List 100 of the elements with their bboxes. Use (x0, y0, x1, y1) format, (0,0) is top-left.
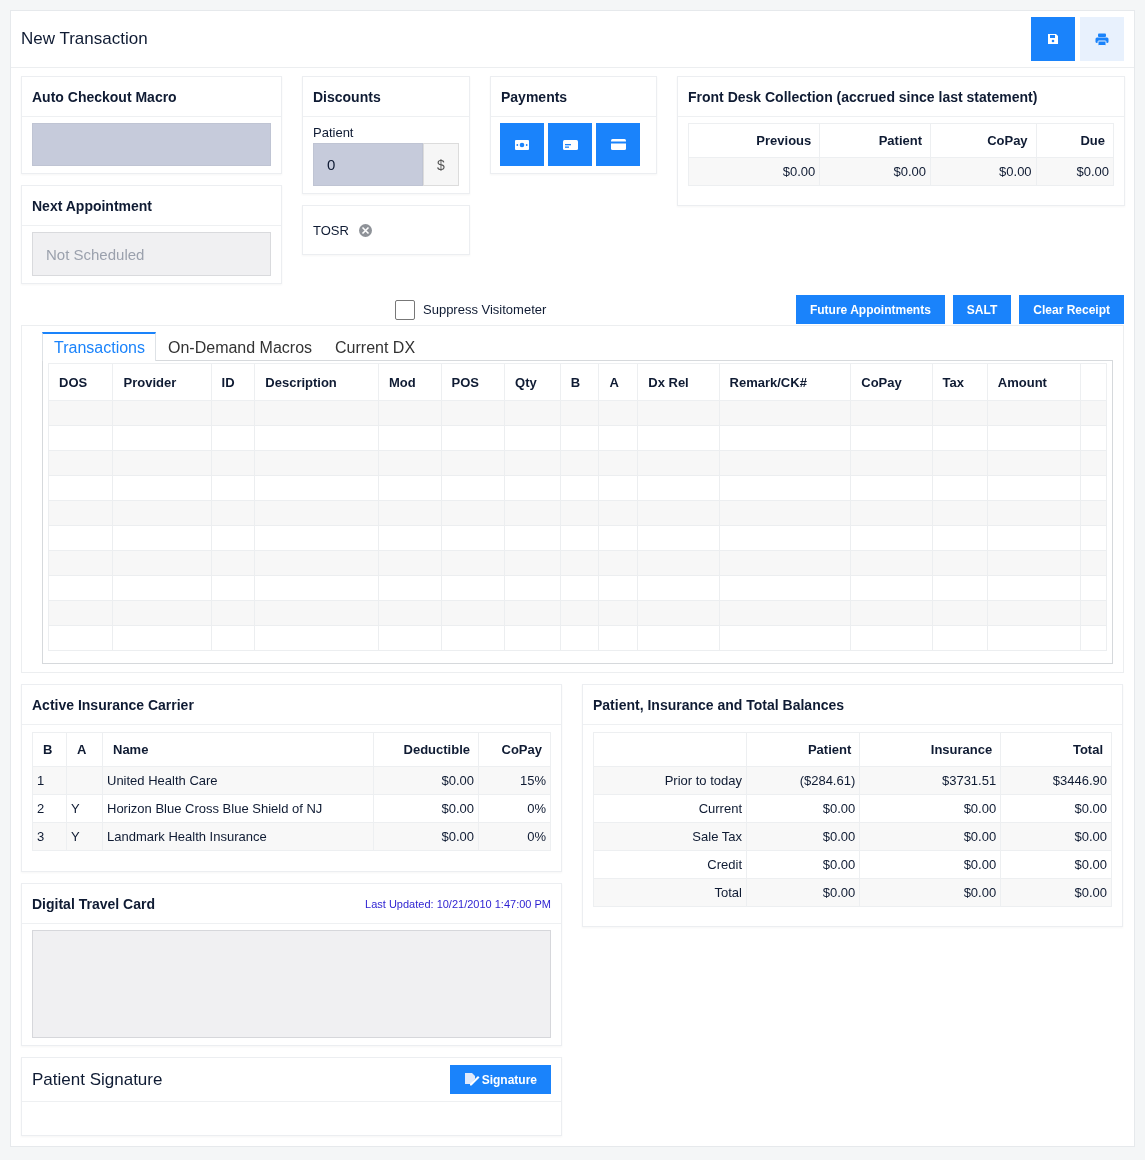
column-header: Description (254, 363, 379, 401)
table-cell: $0.00 (746, 878, 860, 907)
credit-card-icon (610, 139, 626, 150)
column-header: Qty (504, 363, 561, 401)
table-cell: $0.00 (819, 157, 931, 186)
table-cell: $0.00 (1000, 850, 1112, 879)
column-header: B (32, 732, 67, 767)
table-cell: $0.00 (746, 822, 860, 851)
column-header: Patient (746, 732, 860, 767)
column-header: Total (1000, 732, 1112, 767)
save-button[interactable] (1031, 17, 1075, 61)
table-cell: 1 (32, 766, 67, 795)
table-cell: $0.00 (1000, 822, 1112, 851)
last-updated: Last Updated: 10/21/2010 1:47:00 PM (365, 897, 551, 910)
column-header: CoPay (850, 363, 933, 401)
column-header: A (66, 732, 103, 767)
table-cell: United Health Care (102, 766, 374, 795)
table-cell: 3 (32, 822, 67, 851)
column-header: A (598, 363, 638, 401)
row-label: Credit (593, 850, 747, 879)
appointment-field[interactable]: Not Scheduled (32, 232, 271, 276)
column-header: Insurance (859, 732, 1001, 767)
table-cell: 0% (478, 822, 551, 851)
row-label: Current (593, 794, 747, 823)
table-cell: 0% (478, 794, 551, 823)
banknote-icon (515, 139, 529, 150)
column-header: Amount (987, 363, 1081, 401)
x-circle-icon (358, 223, 372, 237)
column-header: Deductible (373, 732, 479, 767)
table-cell: Horizon Blue Cross Blue Shield of NJ (102, 794, 374, 823)
table-cell: 2 (32, 794, 67, 823)
column-header: Provider (113, 363, 212, 401)
tab[interactable]: On-Demand Macros (156, 332, 324, 361)
table-cell: Y (71, 801, 80, 816)
column-header: POS (441, 363, 505, 401)
column-header: Tax (932, 363, 988, 401)
currency-addon: $ (423, 143, 459, 186)
signature-button[interactable]: Signature (449, 1065, 551, 1094)
row-label: Sale Tax (593, 822, 747, 851)
tab[interactable]: Transactions (42, 332, 156, 361)
table-cell: $0.00 (859, 794, 1001, 823)
row-label: Prior to today (593, 766, 747, 795)
card-title: Active Insurance Carrier (32, 696, 194, 713)
payment-button[interactable] (500, 123, 544, 166)
suppress-checkbox[interactable]: Suppress Visitometer (395, 299, 547, 320)
row-label: Total (593, 878, 747, 907)
table-cell: $0.00 (373, 794, 479, 823)
card-title: Payments (501, 88, 568, 105)
column-header: CoPay (930, 123, 1037, 158)
column-header: Due (1036, 123, 1114, 158)
macro-field[interactable] (32, 123, 271, 166)
card-title: Auto Checkout Macro (32, 88, 177, 105)
table-cell: $3731.51 (859, 766, 1001, 795)
table-cell: 15% (478, 766, 551, 795)
payment-button[interactable] (596, 123, 640, 166)
column-header: ID (211, 363, 255, 401)
column-header: Patient (819, 123, 931, 158)
signature-icon (463, 1072, 480, 1087)
discount-field[interactable]: 0 (313, 143, 423, 186)
tosr-label: TOSR (313, 222, 349, 238)
table-cell: $0.00 (373, 822, 479, 851)
action-button[interactable]: Clear Receipt (1019, 295, 1124, 324)
table-cell: $0.00 (859, 878, 1001, 907)
column-header: Previous (688, 123, 820, 158)
table-cell: Y (71, 829, 80, 844)
column-header: CoPay (478, 732, 551, 767)
column-header: B (560, 363, 599, 401)
column-header: Mod (378, 363, 442, 401)
card-title: Next Appointment (32, 197, 153, 214)
card-title: Digital Travel Card (32, 895, 155, 912)
table-cell: $0.00 (688, 157, 820, 186)
tab[interactable]: Current DX (323, 332, 427, 361)
print-button[interactable] (1080, 17, 1124, 61)
table-cell: $0.00 (746, 794, 860, 823)
card-title: Discounts (313, 88, 381, 105)
column-header: DOS (48, 363, 113, 401)
table-cell: $0.00 (1000, 794, 1112, 823)
card-title: Patient Signature (32, 1069, 163, 1090)
table-cell: $0.00 (859, 822, 1001, 851)
column-header: Remark/CK# (719, 363, 851, 401)
table-cell: Landmark Health Insurance (102, 822, 374, 851)
column-header: Dx Rel (637, 363, 720, 401)
action-button[interactable]: SALT (952, 295, 1012, 324)
id-card-icon (562, 139, 578, 150)
field-label: Patient (313, 125, 355, 140)
card-title: Front Desk Collection (accrued since last statement) (688, 88, 1038, 105)
column-header: Name (102, 732, 374, 767)
card-title: Patient, Insurance and Total Balances (593, 696, 845, 713)
payment-button[interactable] (548, 123, 592, 166)
table-cell: $0.00 (373, 766, 479, 795)
table-cell: $0.00 (930, 157, 1037, 186)
action-button[interactable]: Future Appointments (795, 295, 945, 324)
table-cell: $0.00 (746, 850, 860, 879)
save-icon (1047, 33, 1059, 45)
printer-icon (1095, 32, 1109, 46)
table-cell: $0.00 (1000, 878, 1112, 907)
table-cell: $0.00 (859, 850, 1001, 879)
table-cell: $0.00 (1036, 157, 1114, 186)
table-cell: $3446.90 (1000, 766, 1112, 795)
page-title: New Transaction (21, 29, 148, 49)
